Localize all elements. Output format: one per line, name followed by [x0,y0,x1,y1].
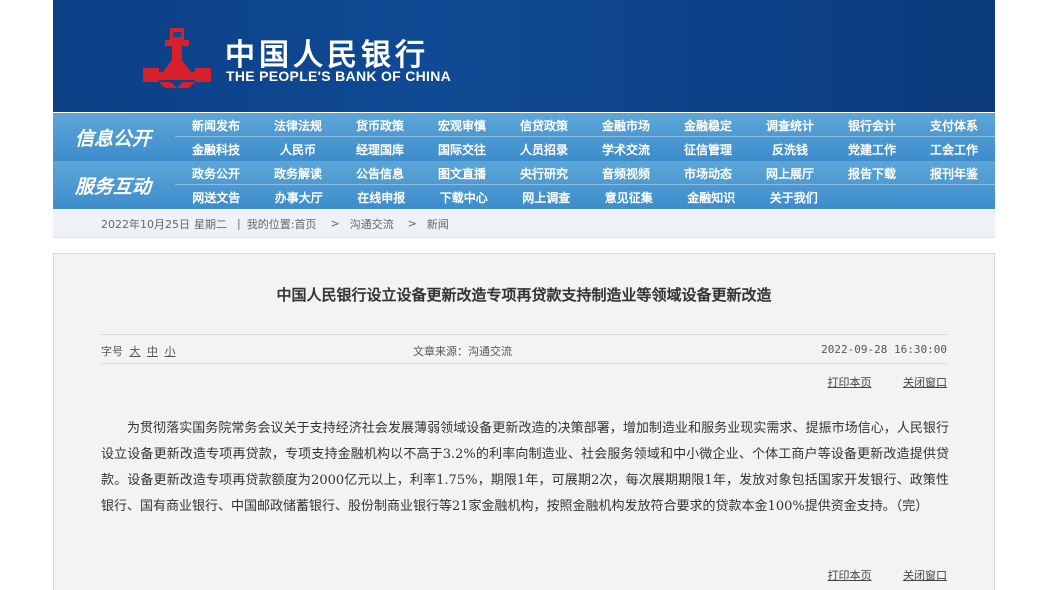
nav-item[interactable]: 党建工作 [831,137,913,161]
nav-item[interactable]: 人民币 [257,137,339,161]
nav-line: 网送文告 办事大厅 在线申报 下载中心 网上调查 意见征集 金融知识 关于我们 [175,185,995,209]
nav-line: 政务公开 政务解读 公告信息 图文直播 央行研究 音频视频 市场动态 网上展厅 … [175,161,995,185]
font-size-control: 字号 大 中 小 [101,343,176,359]
nav-section-label: 信息公开 [74,127,151,150]
font-size-label: 字号 [101,345,123,358]
nav-item[interactable]: 宏观审慎 [421,113,503,137]
site-title-en: THE PEOPLE'S BANK OF CHINA [226,68,452,84]
nav-item[interactable]: 银行会计 [831,113,913,137]
nav-item[interactable]: 经理国库 [339,137,421,161]
current-weekday: 星期二 [194,217,227,231]
header-banner: 中国人民银行 THE PEOPLE'S BANK OF CHINA [53,0,995,112]
font-size-small[interactable]: 小 [165,345,176,358]
article-tools-bottom: 打印本页 关闭窗口 [800,567,948,583]
nav-item[interactable]: 金融科技 [175,137,257,161]
nav-item[interactable]: 反洗钱 [749,137,831,161]
nav-item[interactable]: 信贷政策 [503,113,585,137]
nav-item[interactable]: 工会工作 [913,137,995,161]
nav-item[interactable]: 征信管理 [667,137,749,161]
breadcrumb-separator: | [237,217,241,230]
article-title: 中国人民银行设立设备更新改造专项再贷款支持制造业等领域设备更新改造 [276,286,772,304]
nav-item[interactable]: 法律法规 [257,113,339,137]
nav-section-info: 信息公开 新闻发布 法律法规 货币政策 宏观审慎 信贷政策 金融市场 金融稳定 … [53,113,995,161]
nav-item[interactable]: 网送文告 [175,185,258,209]
nav-section-label: 服务互动 [74,175,151,198]
nav-item[interactable]: 货币政策 [339,113,421,137]
nav-line: 新闻发布 法律法规 货币政策 宏观审慎 信贷政策 金融市场 金融稳定 调查统计 … [175,113,995,137]
font-size-large[interactable]: 大 [130,345,141,358]
nav-item[interactable]: 在线申报 [340,185,423,209]
article-tools-top: 打印本页 关闭窗口 [800,374,948,390]
print-page-link[interactable]: 打印本页 [828,376,872,389]
current-date: 2022年10月25日 [101,217,190,231]
article-body: 为贯彻落实国务院常务会议关于支持经济社会发展薄弱领域设备更新改造的决策部署，增加… [101,421,949,514]
nav-item[interactable]: 金融市场 [585,113,667,137]
nav-item[interactable]: 政务公开 [175,161,257,185]
nav-item[interactable]: 支付体系 [913,113,995,137]
nav-item[interactable]: 市场动态 [667,161,749,185]
nav-links: 新闻发布 法律法规 货币政策 宏观审慎 信贷政策 金融市场 金融稳定 调查统计 … [175,113,995,161]
nav-item[interactable]: 公告信息 [339,161,421,185]
nav-item[interactable]: 学术交流 [585,137,667,161]
close-window-link[interactable]: 关闭窗口 [903,376,947,389]
nav-item[interactable]: 下载中心 [423,185,506,209]
close-window-link[interactable]: 关闭窗口 [903,569,947,582]
nav-item[interactable]: 报告下载 [831,161,913,185]
font-size-medium[interactable]: 中 [147,345,158,358]
nav-item[interactable]: 网上展厅 [749,161,831,185]
nav-item[interactable]: 政务解读 [257,161,339,185]
article-meta: 字号 大 中 小 文章来源：沟通交流 2022-09-28 16:30:00 [101,334,947,364]
breadcrumb-communication[interactable]: 沟通交流 [350,216,394,232]
nav-item[interactable]: 人员招录 [503,137,585,161]
nav-item[interactable]: 新闻发布 [175,113,257,137]
breadcrumb-news[interactable]: 新闻 [427,216,449,232]
nav-item[interactable]: 报刊年鉴 [913,161,995,185]
pboc-logo-icon [143,28,211,88]
article-source: 文章来源：沟通交流 [413,345,512,358]
nav-item[interactable]: 办事大厅 [258,185,341,209]
print-page-link[interactable]: 打印本页 [828,569,872,582]
nav-item[interactable]: 意见征集 [588,185,671,209]
nav-line: 金融科技 人民币 经理国库 国际交往 人员招录 学术交流 征信管理 反洗钱 党建… [175,137,995,161]
nav-item[interactable]: 国际交往 [421,137,503,161]
breadcrumb-home[interactable]: 首页 [294,216,316,232]
nav-links: 政务公开 政务解读 公告信息 图文直播 央行研究 音频视频 市场动态 网上展厅 … [175,161,995,209]
nav-item[interactable]: 网上调查 [505,185,588,209]
nav-item[interactable]: 调查统计 [749,113,831,137]
nav-item[interactable]: 央行研究 [503,161,585,185]
nav-section-service: 服务互动 政务公开 政务解读 公告信息 图文直播 央行研究 音频视频 市场动态 … [53,161,995,209]
nav-item[interactable]: 关于我们 [753,185,836,209]
nav-item[interactable]: 音频视频 [585,161,667,185]
nav-item[interactable]: 图文直播 [421,161,503,185]
nav-item[interactable]: 金融稳定 [667,113,749,137]
main-nav: 信息公开 新闻发布 法律法规 货币政策 宏观审慎 信贷政策 金融市场 金融稳定 … [53,113,995,209]
breadcrumb-arrow: > [407,217,417,230]
article-datetime: 2022-09-28 16:30:00 [821,343,947,356]
nav-item[interactable]: 金融知识 [670,185,753,209]
location-label: 我的位置: [246,217,295,231]
article-panel: 中国人民银行设立设备更新改造专项再贷款支持制造业等领域设备更新改造 字号 大 中… [53,253,995,590]
breadcrumb-arrow: > [330,217,340,230]
breadcrumb: 2022年10月25日 星期二 | 我的位置: 首页 > 沟通交流 > 新闻 [53,210,995,238]
